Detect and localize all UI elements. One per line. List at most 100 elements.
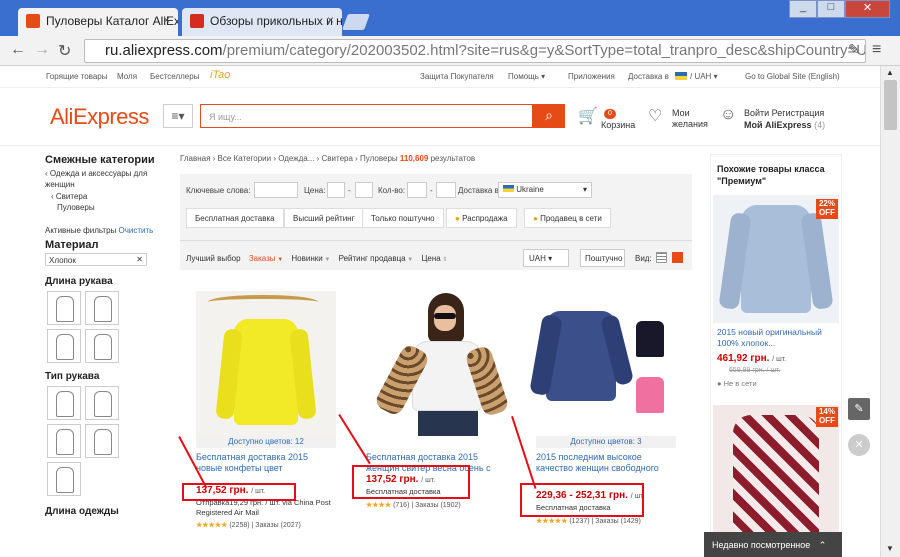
- user-icon[interactable]: ☺: [720, 106, 736, 124]
- menu-icon[interactable]: ≡: [872, 41, 881, 59]
- reviews-orders[interactable]: (1237) | Заказы (1429): [569, 518, 641, 525]
- product-title[interactable]: Бесплатная доставка 2015 новые конфеты ц…: [196, 452, 336, 474]
- woman-sweater-image[interactable]: [366, 291, 510, 436]
- price-min-input[interactable]: [327, 182, 345, 198]
- raglan-sweater-image[interactable]: [529, 291, 676, 436]
- category-link-clothing[interactable]: ‹ Одежда и аксессуары для женщин: [45, 168, 155, 190]
- currency-select[interactable]: UAH ▾: [523, 249, 569, 267]
- list-view-icon[interactable]: [656, 252, 667, 263]
- apps-link[interactable]: Приложения: [568, 72, 615, 81]
- close-circle-icon[interactable]: ✕: [848, 434, 870, 456]
- remove-filter-icon[interactable]: ✕: [136, 255, 143, 264]
- itao-logo[interactable]: iTao: [210, 69, 230, 81]
- help-menu[interactable]: Помощь ▾: [508, 72, 545, 81]
- price-max-input[interactable]: [355, 182, 373, 198]
- premium-rail: Похожие товары класса "Премиум" 22% OFF …: [710, 154, 842, 557]
- qty-max-input[interactable]: [436, 182, 456, 198]
- currency-menu[interactable]: / UAH ▾: [690, 72, 718, 81]
- buyer-protection-link[interactable]: Защита Покупателя: [420, 72, 494, 81]
- minimize-button[interactable]: _: [789, 0, 817, 18]
- my-aliexpress-count: (4): [814, 120, 826, 130]
- cart-icon[interactable]: 🛒: [578, 106, 598, 126]
- sleeve-type-swatch[interactable]: [85, 424, 119, 458]
- global-site-link[interactable]: Go to Global Site (English): [745, 72, 840, 81]
- sort-orders[interactable]: Заказы: [249, 254, 276, 263]
- result-count: 110,609: [399, 154, 429, 163]
- sort-seller-rating[interactable]: Рейтинг продавца: [339, 254, 406, 263]
- maximize-button[interactable]: □: [817, 0, 845, 18]
- sleeve-type-swatch[interactable]: [47, 462, 81, 496]
- sleeve-type-swatch[interactable]: [47, 386, 81, 420]
- cart-label[interactable]: Корзина: [601, 120, 635, 130]
- breadcrumb-path[interactable]: Главная › Все Категории › Одежда... › Св…: [180, 154, 398, 163]
- new-tab-button[interactable]: [342, 14, 370, 30]
- rating-stars: ★★★★★ (1237) | Заказы (1429): [536, 517, 641, 525]
- search-input[interactable]: Я ищу...: [200, 104, 533, 128]
- sort-newest[interactable]: Новинки: [291, 254, 322, 263]
- aliexpress-favicon-icon: [26, 14, 40, 28]
- clear-filters-link[interactable]: Очистить: [119, 226, 154, 235]
- keywords-input[interactable]: [254, 182, 298, 198]
- scrollbar-thumb[interactable]: [884, 80, 897, 130]
- yellow-sweater-image[interactable]: [196, 291, 336, 436]
- product-card[interactable]: Бесплатная доставка 2015 женщин свитер в…: [350, 286, 510, 557]
- left-sidebar: Смежные категории ‹ Одежда и аксессуары …: [45, 154, 155, 517]
- grid-view-icon[interactable]: [672, 252, 683, 263]
- close-tab-icon[interactable]: ×: [327, 13, 334, 27]
- mall-link[interactable]: Моля: [117, 72, 137, 81]
- sort-bar: Лучший выбор Заказы ▼ Новинки ▼ Рейтинг …: [186, 254, 447, 263]
- pink-sweater-thumb: [636, 377, 664, 413]
- sort-best-match[interactable]: Лучший выбор: [186, 254, 241, 263]
- free-shipping-chip[interactable]: Бесплатная доставка: [186, 208, 284, 228]
- close-tab-icon[interactable]: ×: [163, 13, 170, 27]
- bestsellers-link[interactable]: Бестселлеры: [150, 72, 199, 81]
- per-piece-select[interactable]: Поштучно: [580, 249, 625, 267]
- product-title[interactable]: 2015 последним высокое качество женщин с…: [536, 452, 676, 474]
- vertical-scrollbar[interactable]: ▲ ▼: [880, 66, 900, 557]
- country-select[interactable]: Ukraine ▾: [498, 182, 592, 198]
- wrench-icon[interactable]: ✎: [848, 41, 860, 58]
- tab-reviews[interactable]: Обзоры прикольных и необ ×: [182, 8, 342, 36]
- reviews-orders[interactable]: (716) | Заказы (1902): [393, 502, 461, 509]
- top-rated-chip[interactable]: Высший рейтинг: [284, 208, 364, 228]
- sleeve-type-swatch[interactable]: [47, 424, 81, 458]
- sleeve-half-swatch[interactable]: [85, 329, 119, 363]
- rail-item-title[interactable]: 2015 новый оригинальный 100% хлопок...: [717, 327, 837, 349]
- close-window-button[interactable]: ✕: [845, 0, 890, 18]
- reload-icon[interactable]: ↻: [58, 41, 71, 61]
- sleeve-long-swatch[interactable]: [47, 291, 81, 325]
- pencil-icon[interactable]: ✎: [848, 398, 870, 420]
- material-filter-chip[interactable]: Хлопок ✕: [45, 253, 147, 266]
- recently-viewed-bar[interactable]: Недавно посмотренное ⌃: [704, 532, 842, 557]
- wishlist-label[interactable]: Мои желания: [672, 108, 708, 130]
- hot-deals-link[interactable]: Горящие товары: [46, 72, 108, 81]
- reviews-orders[interactable]: (2258) | Заказы (2027): [229, 522, 301, 529]
- forward-icon[interactable]: →: [34, 41, 50, 59]
- qty-min-input[interactable]: [407, 182, 427, 198]
- sort-price[interactable]: Цена: [421, 254, 440, 263]
- sleeve-length-heading: Длина рукава: [45, 276, 113, 287]
- back-icon[interactable]: ←: [10, 41, 26, 59]
- scroll-up-icon[interactable]: ▲: [886, 68, 894, 77]
- tab-aliexpress[interactable]: Пуловеры Каталог AliExpre ×: [18, 8, 178, 36]
- ship-to-label[interactable]: Доставка в: [628, 72, 669, 81]
- seller-online-chip[interactable]: ● Продавец в сети: [524, 208, 611, 228]
- product-card[interactable]: Доступно цветов: 12 Бесплатная доставка …: [180, 286, 340, 557]
- heart-icon[interactable]: ♡: [648, 106, 662, 126]
- category-link-sweaters[interactable]: ‹ Свитера: [45, 192, 155, 201]
- single-item-chip[interactable]: Только поштучно: [362, 208, 444, 228]
- results-label: результатов: [430, 154, 476, 163]
- stars-icon: ★★★★★: [536, 518, 568, 525]
- login-register-links[interactable]: Войти Регистрация: [744, 108, 824, 118]
- scroll-down-icon[interactable]: ▼: [886, 544, 894, 553]
- address-bar[interactable]: ru.aliexpress.com/premium/category/20200…: [84, 39, 866, 63]
- categories-button[interactable]: ≡▾: [163, 104, 193, 128]
- my-aliexpress-link[interactable]: Мой AliExpress (4): [744, 120, 825, 130]
- sale-chip[interactable]: ● Распродажа: [446, 208, 517, 228]
- sleeve-three-quarter-swatch[interactable]: [47, 329, 81, 363]
- search-button[interactable]: ⌕: [533, 104, 565, 128]
- aliexpress-logo[interactable]: AliExpress: [50, 104, 149, 130]
- star-flag-favicon-icon: [190, 14, 204, 28]
- sleeve-short-swatch[interactable]: [85, 291, 119, 325]
- sleeve-type-swatch[interactable]: [85, 386, 119, 420]
